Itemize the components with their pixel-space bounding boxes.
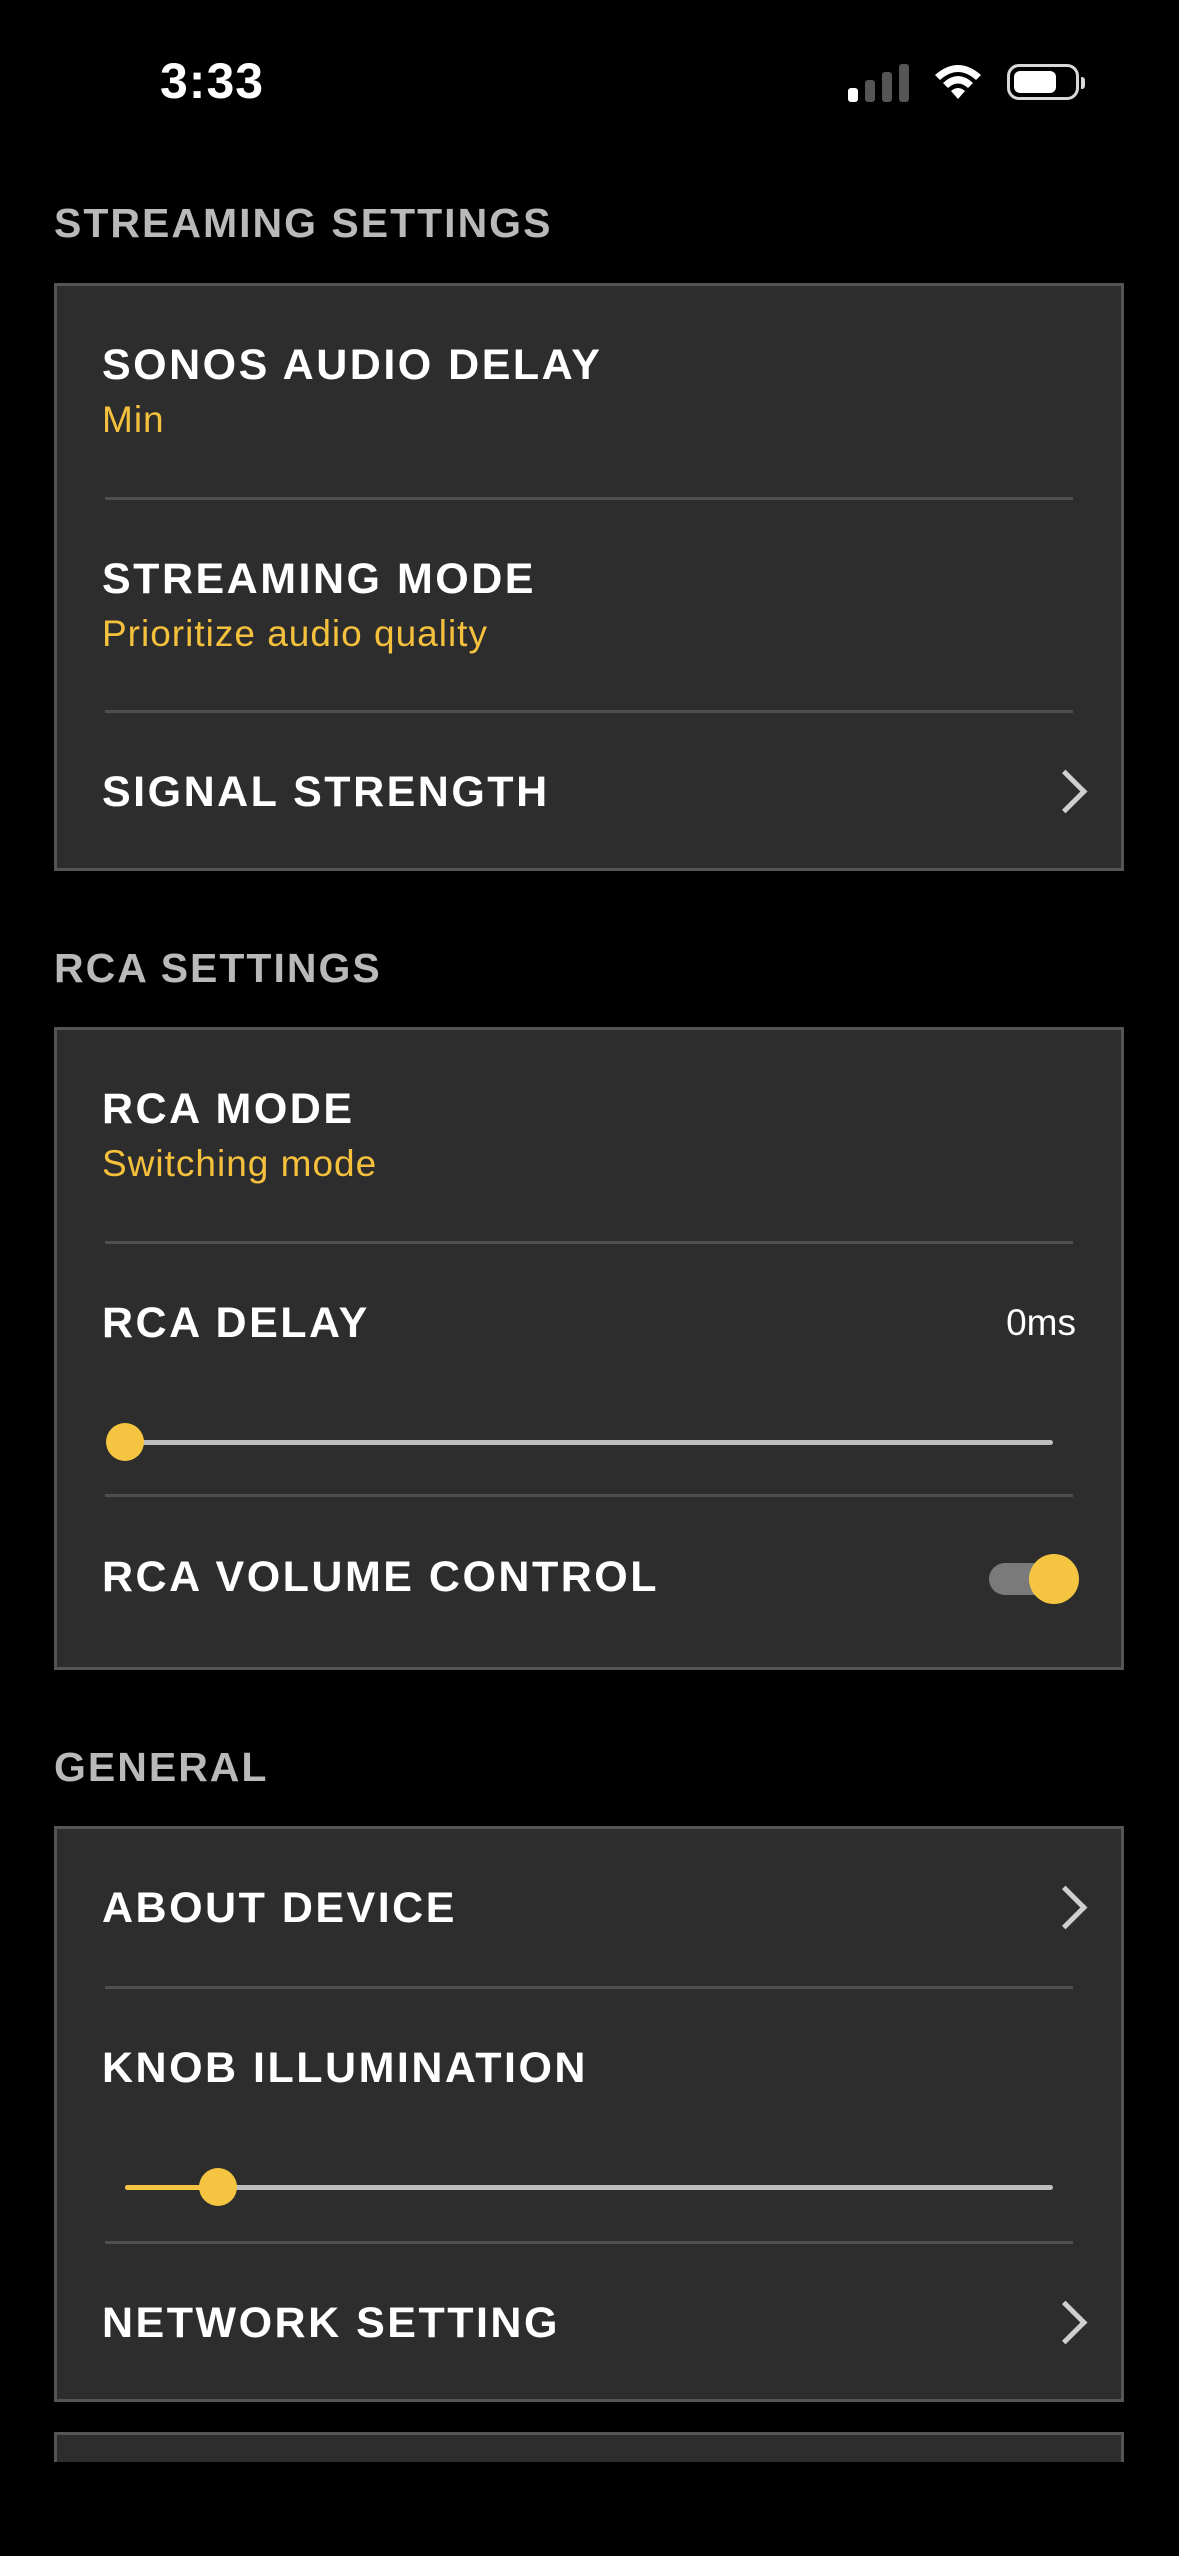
streaming-mode-value: Prioritize audio quality xyxy=(102,613,488,654)
general-settings-card: ABOUT DEVICE KNOB ILLUMINATION NETWORK S… xyxy=(54,1826,1124,2402)
chevron-right-icon xyxy=(1043,769,1088,814)
knob-illumination-label: KNOB ILLUMINATION xyxy=(102,2044,588,2092)
knob-illumination-row: KNOB ILLUMINATION xyxy=(57,1989,1121,2241)
slider-thumb[interactable] xyxy=(106,1423,144,1461)
streaming-settings-card: SONOS AUDIO DELAY Min STREAMING MODE Pri… xyxy=(54,283,1124,871)
sonos-audio-delay-label: SONOS AUDIO DELAY xyxy=(102,341,603,389)
rca-delay-slider[interactable] xyxy=(106,1423,1053,1461)
about-device-row[interactable]: ABOUT DEVICE xyxy=(57,1829,1121,1987)
chevron-right-icon xyxy=(1043,2300,1088,2345)
rca-mode-row[interactable]: RCA MODE Switching mode xyxy=(57,1030,1121,1242)
streaming-mode-label: STREAMING MODE xyxy=(102,555,536,603)
rca-volume-control-label: RCA VOLUME CONTROL xyxy=(102,1553,659,1601)
rca-volume-control-row: RCA VOLUME CONTROL xyxy=(57,1497,1121,1670)
network-setting-label: NETWORK SETTING xyxy=(102,2299,560,2347)
section-header-general: GENERAL xyxy=(54,1744,269,1790)
rca-settings-card: RCA MODE Switching mode RCA DELAY 0ms RC… xyxy=(54,1027,1124,1670)
wifi-icon xyxy=(935,65,981,99)
network-setting-row[interactable]: NETWORK SETTING xyxy=(57,2244,1121,2402)
streaming-mode-row[interactable]: STREAMING MODE Prioritize audio quality xyxy=(57,500,1121,712)
battery-icon xyxy=(1007,64,1085,100)
rca-delay-value: 0ms xyxy=(1006,1302,1076,1343)
rca-delay-row: RCA DELAY 0ms xyxy=(57,1244,1121,1496)
signal-strength-row[interactable]: SIGNAL STRENGTH xyxy=(57,713,1121,871)
sonos-audio-delay-value: Min xyxy=(102,399,165,440)
section-header-rca: RCA SETTINGS xyxy=(54,945,382,991)
status-icons xyxy=(848,62,1085,102)
rca-mode-label: RCA MODE xyxy=(102,1085,355,1133)
status-time: 3:33 xyxy=(160,53,265,109)
next-card-partial xyxy=(54,2432,1124,2462)
cellular-signal-icon xyxy=(848,62,909,102)
chevron-right-icon xyxy=(1043,1885,1088,1930)
sonos-audio-delay-row[interactable]: SONOS AUDIO DELAY Min xyxy=(57,286,1121,499)
rca-volume-control-toggle[interactable] xyxy=(989,1554,1079,1604)
signal-strength-label: SIGNAL STRENGTH xyxy=(102,768,550,816)
knob-illumination-slider[interactable] xyxy=(125,2168,1053,2206)
section-header-streaming: STREAMING SETTINGS xyxy=(54,200,553,246)
slider-thumb[interactable] xyxy=(198,2168,237,2206)
toggle-knob xyxy=(1029,1554,1079,1604)
rca-delay-label: RCA DELAY xyxy=(102,1299,370,1347)
about-device-label: ABOUT DEVICE xyxy=(102,1884,457,1932)
rca-mode-value: Switching mode xyxy=(102,1143,378,1184)
